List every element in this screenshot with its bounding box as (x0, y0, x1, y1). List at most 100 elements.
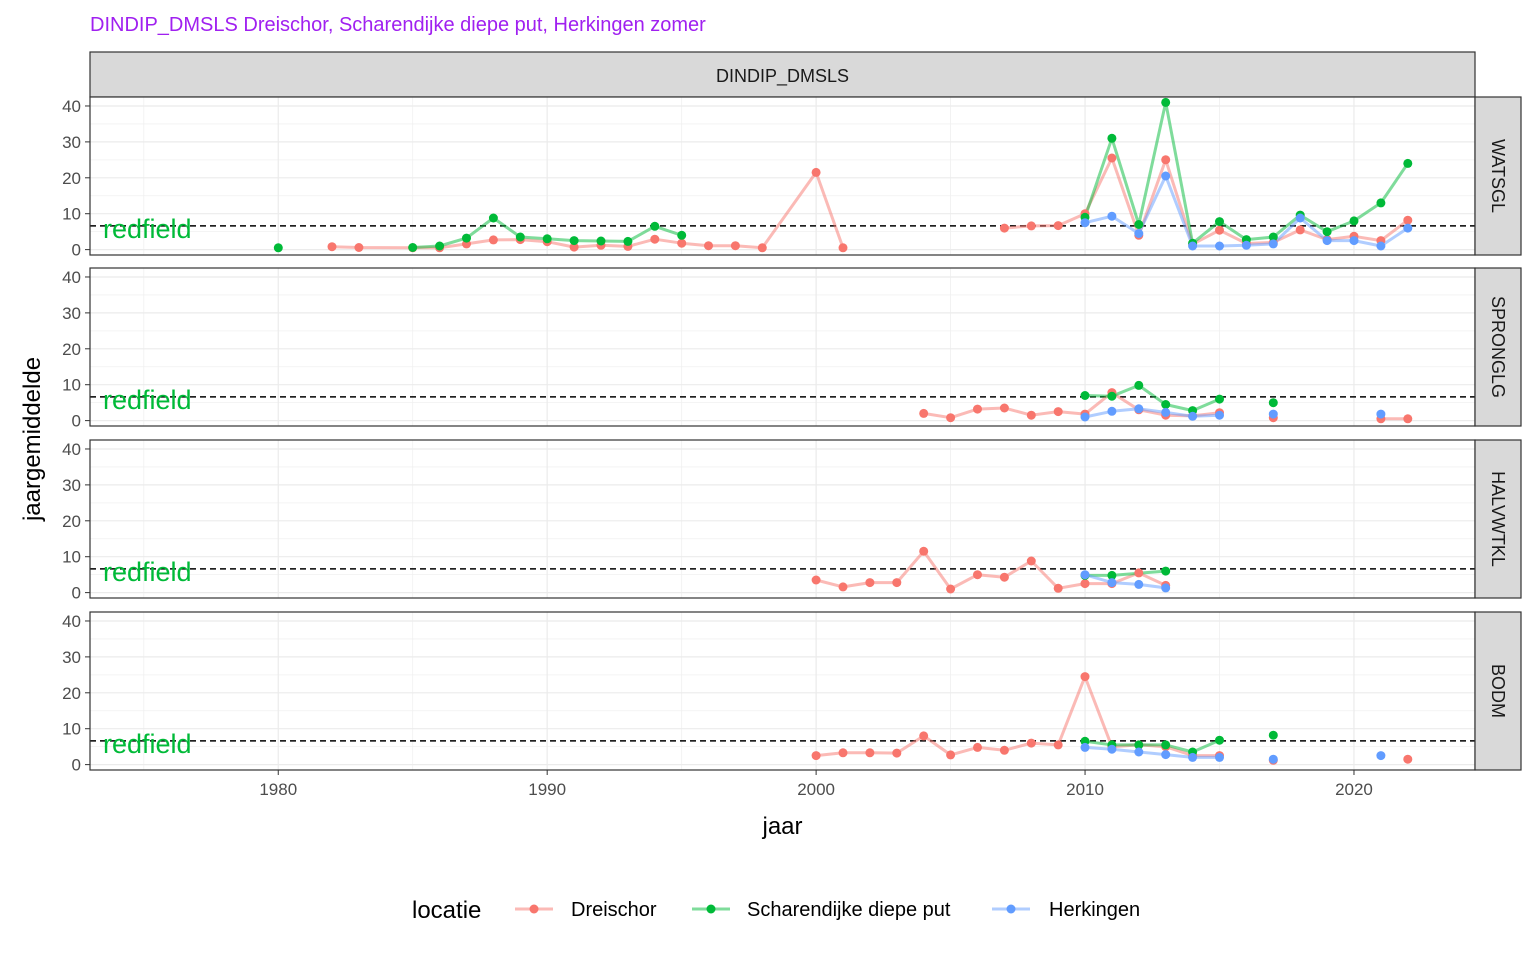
data-point (946, 584, 956, 594)
data-point (1403, 223, 1413, 233)
data-point (1161, 407, 1171, 417)
row-strip-label: BODM (1488, 664, 1508, 718)
data-point (892, 578, 902, 588)
data-point (1295, 225, 1305, 235)
data-point (999, 572, 1009, 582)
y-tick-label: 20 (62, 169, 81, 188)
legend-key-point (529, 904, 539, 914)
data-point (1053, 740, 1063, 750)
data-point (408, 243, 418, 252)
data-point (1107, 406, 1117, 416)
data-point (650, 221, 660, 231)
data-point (999, 403, 1009, 413)
data-point (1161, 750, 1171, 760)
legend-title: locatie (412, 897, 481, 924)
data-point (273, 243, 283, 253)
y-tick-label: 30 (62, 648, 81, 667)
x-tick-label: 2020 (1335, 780, 1373, 799)
data-point (999, 745, 1009, 755)
data-point (946, 750, 956, 760)
data-point (623, 236, 633, 246)
y-tick-label: 40 (62, 440, 81, 459)
data-point (354, 243, 364, 252)
y-tick-label: 0 (72, 241, 81, 260)
y-tick-label: 30 (62, 133, 81, 152)
x-tick-label: 1990 (528, 780, 566, 799)
data-point (1376, 409, 1386, 419)
legend: locatie Dreischor Scharendijke diepe put H… (412, 897, 1140, 924)
data-point (1134, 229, 1144, 238)
data-point (1026, 221, 1036, 231)
data-point (838, 582, 848, 592)
data-point (973, 570, 982, 580)
data-point (1080, 218, 1090, 228)
panel-spronglg: 0 10 20 30 40 redfield SPRONGLG (62, 267, 1522, 431)
data-point (865, 748, 875, 758)
data-point (730, 241, 740, 251)
data-point (1080, 391, 1090, 400)
data-point (1403, 158, 1413, 168)
panel-bodm: 0 10 20 30 40 redfield BODM (62, 611, 1522, 775)
data-point (1322, 227, 1332, 237)
reference-label: redfield (103, 214, 192, 244)
panel-halvwtkl: 0 10 20 30 40 redfield HALVWTKL (62, 439, 1522, 603)
legend-item-herkingen: Herkingen (992, 899, 1140, 921)
y-tick-label: 10 (62, 720, 81, 739)
data-point (542, 234, 552, 244)
data-point (435, 241, 445, 251)
data-point (1215, 225, 1224, 235)
data-point (1134, 579, 1144, 589)
y-tick-label: 30 (62, 476, 81, 495)
data-point (1403, 754, 1413, 764)
data-point (1215, 394, 1224, 404)
data-point (1268, 398, 1278, 408)
column-strip: DINDIP_DMSLS (89, 51, 1476, 98)
data-point (1188, 411, 1198, 421)
data-point (1107, 578, 1117, 588)
data-point (462, 233, 471, 243)
legend-label: Scharendijke diepe put (747, 899, 951, 921)
data-point (1134, 380, 1144, 390)
data-point (1188, 752, 1198, 762)
data-point (1134, 220, 1144, 229)
data-point (1268, 730, 1278, 740)
data-point (1026, 410, 1036, 420)
data-point (1161, 155, 1171, 165)
data-point (1107, 744, 1117, 754)
data-point (1161, 400, 1171, 409)
y-tick-label: 0 (72, 756, 81, 775)
row-strip-label: HALVWTKL (1488, 471, 1508, 567)
x-tick-label: 2000 (797, 780, 835, 799)
data-point (1215, 410, 1224, 420)
data-point (1107, 133, 1117, 143)
data-point (1268, 239, 1278, 249)
y-tick-label: 40 (62, 97, 81, 116)
data-point (704, 241, 713, 251)
data-point (677, 230, 687, 240)
y-tick-label: 10 (62, 376, 81, 395)
data-point (515, 232, 525, 242)
x-axis: 1980 1990 2000 2010 2020 (259, 770, 1373, 799)
y-tick-label: 10 (62, 205, 81, 224)
legend-key-point (1006, 904, 1016, 914)
x-tick-label: 2010 (1066, 780, 1104, 799)
data-point (1026, 556, 1036, 566)
legend-item-scharendijke-diepe-put: Scharendijke diepe put (692, 899, 951, 921)
data-point (1080, 742, 1090, 752)
data-point (1295, 213, 1305, 223)
data-point (1376, 198, 1386, 208)
reference-label: redfield (103, 557, 192, 587)
data-point (838, 243, 848, 253)
y-tick-label: 0 (72, 412, 81, 431)
legend-label: Dreischor (571, 899, 657, 921)
y-tick-label: 20 (62, 512, 81, 531)
data-point (1134, 404, 1144, 414)
chart-title: DINDIP_DMSLS Dreischor, Scharendijke die… (90, 14, 706, 36)
data-point (1403, 414, 1413, 424)
row-strip-label: WATSGL (1488, 139, 1508, 213)
y-tick-label: 30 (62, 304, 81, 323)
data-point (1080, 579, 1090, 589)
data-point (1107, 211, 1117, 221)
legend-label: Herkingen (1049, 899, 1140, 921)
data-point (1053, 407, 1063, 417)
